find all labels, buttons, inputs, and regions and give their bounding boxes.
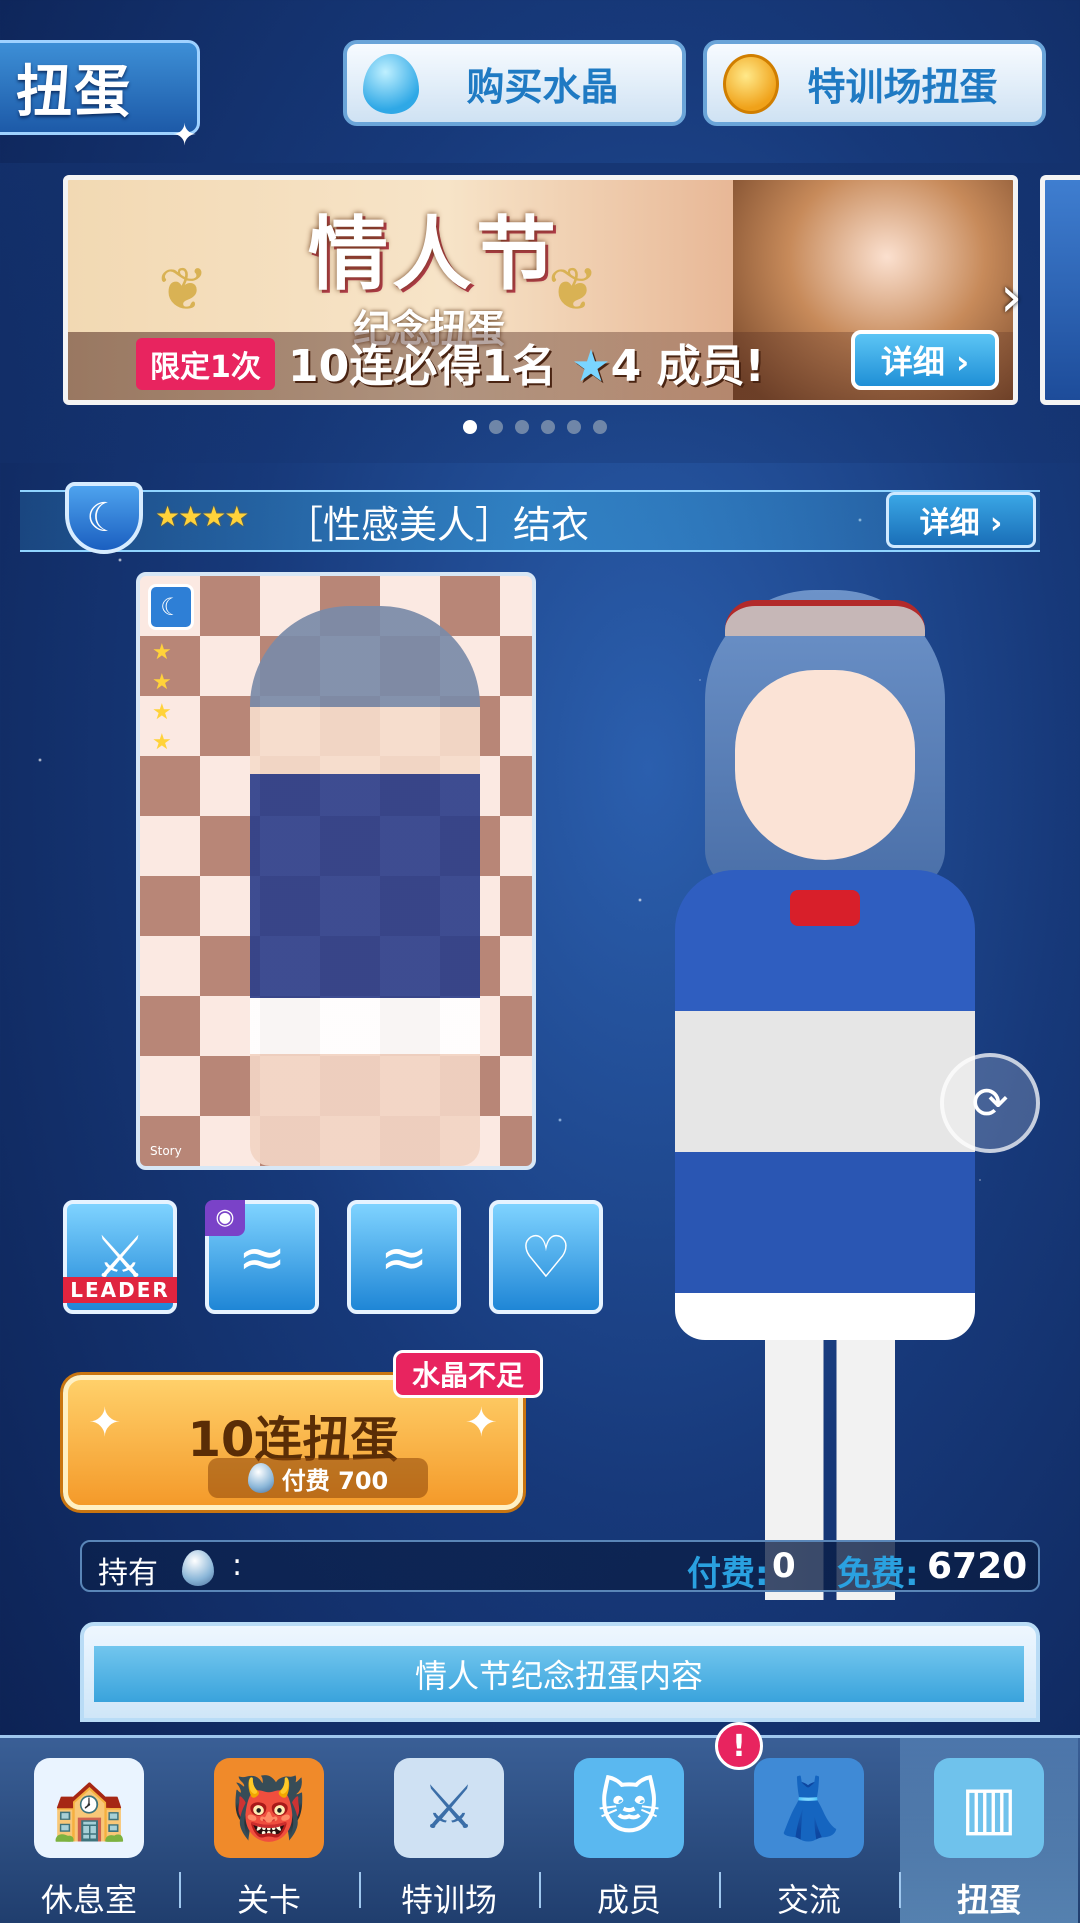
card-illustration[interactable]: ☾ ★ ★ ★ ★ Story	[136, 572, 536, 1170]
card-name: ［性感美人］结衣	[285, 503, 590, 547]
nav-label: 成员	[596, 1881, 661, 1919]
monster-icon: 👹	[214, 1758, 324, 1858]
promo-star-count: 4	[610, 341, 642, 392]
pagination-dot[interactable]	[541, 420, 555, 434]
page-title-text: 扭蛋	[16, 60, 132, 125]
card-type-moon-icon: ☾	[148, 584, 194, 630]
nav-label: 扭蛋	[956, 1881, 1021, 1919]
pagination-dot[interactable]	[489, 420, 503, 434]
character-body	[675, 870, 975, 1340]
nav-item-stage[interactable]: 👹 关卡	[180, 1738, 358, 1923]
chevron-right-icon[interactable]: ›	[1000, 265, 1022, 330]
insufficient-crystal-badge: 水晶不足	[393, 1350, 543, 1398]
curtain-icon: ▥	[934, 1758, 1044, 1858]
banner-promo-text: 10连必得1名 ★4 成员!	[288, 330, 765, 394]
page-title: 扭蛋	[0, 40, 200, 135]
crossed-swords-icon: ⚔	[394, 1758, 504, 1858]
gacha-contents-button[interactable]: 情人节纪念扭蛋内容	[94, 1646, 1024, 1702]
pagination-dot[interactable]	[567, 420, 581, 434]
pagination-dot[interactable]	[515, 420, 529, 434]
nav-label: 交流	[776, 1881, 841, 1919]
nav-divider	[719, 1872, 721, 1908]
nav-divider	[899, 1872, 901, 1908]
nav-label: 特训场	[400, 1881, 497, 1919]
nav-item-gacha[interactable]: ▥ 扭蛋	[900, 1738, 1078, 1923]
star-icon: ★	[571, 341, 611, 392]
banner-detail-button[interactable]: 详细 ›	[851, 330, 999, 390]
next-banner-preview[interactable]	[1040, 175, 1080, 405]
heart-hands-icon[interactable]: ♡	[489, 1200, 603, 1314]
promo-suffix: 成员!	[656, 341, 765, 392]
own-label: 持有	[98, 1556, 158, 1591]
training-gacha-label: 特训场扭蛋	[807, 64, 998, 109]
banner-pagination	[463, 420, 607, 434]
dress-icon: 👗	[754, 1758, 864, 1858]
pagination-dot[interactable]	[463, 420, 477, 434]
sparkle-icon: ✦	[172, 118, 198, 153]
eye-icon: ◉	[205, 1200, 245, 1236]
card-detail-button[interactable]: 详细 ›	[886, 492, 1036, 548]
character-bow	[790, 890, 860, 926]
laurel-left-icon: ❦	[158, 255, 209, 325]
card-rarity-stars: ★ ★ ★ ★	[152, 640, 172, 755]
notification-badge: !	[715, 1722, 763, 1770]
crystal-icon	[182, 1550, 214, 1586]
crystal-drop-icon	[363, 54, 419, 114]
gacha-cost-label: 付费 700	[281, 1466, 389, 1495]
school-icon: 🏫	[34, 1758, 144, 1858]
rarity-stars: ★★★★	[155, 500, 249, 533]
free-label: 免费:	[837, 1554, 919, 1594]
character-face	[735, 670, 915, 860]
rotate-lock-icon[interactable]: ⟳	[940, 1053, 1040, 1153]
character-headband	[725, 600, 925, 636]
nav-divider	[179, 1872, 181, 1908]
wave-icon[interactable]: ≈	[347, 1200, 461, 1314]
pagination-dot[interactable]	[593, 420, 607, 434]
nav-item-lounge[interactable]: 🏫 休息室	[0, 1738, 178, 1923]
buy-crystal-label: 购买水晶	[466, 64, 619, 109]
own-colon: :	[232, 1548, 243, 1583]
paid-value: 0	[772, 1546, 796, 1586]
gold-coin-icon	[723, 54, 779, 114]
nav-divider	[359, 1872, 361, 1908]
card-character-figure	[250, 606, 480, 1166]
gacha-contents-panel[interactable]: 情人节纪念扭蛋内容	[80, 1622, 1040, 1722]
leader-tag: LEADER	[63, 1277, 177, 1303]
nav-label: 关卡	[236, 1881, 301, 1919]
training-gacha-button[interactable]: 特训场扭蛋	[703, 40, 1046, 126]
nav-divider	[539, 1872, 541, 1908]
paid-label: 付费:	[687, 1554, 769, 1594]
cat-mascot-icon: 🐱	[574, 1758, 684, 1858]
limited-badge: 限定1次	[136, 338, 275, 390]
gacha-cost: 付费 700	[208, 1458, 428, 1498]
story-label: Story	[150, 1144, 182, 1158]
event-banner[interactable]: ❦ ❦ 情人节 纪念扭蛋 限定1次 10连必得1名 ★4 成员! 详细 ›	[63, 175, 1018, 405]
nav-label: 休息室	[40, 1881, 137, 1919]
crystal-icon	[247, 1463, 274, 1493]
banner-title: 情人节	[308, 208, 560, 301]
nav-item-training[interactable]: ⚔ 特训场	[360, 1738, 538, 1923]
free-value: 6720	[927, 1546, 1028, 1587]
buy-crystal-button[interactable]: 购买水晶	[343, 40, 686, 126]
crystal-balance-bar: 持有 : 付费: 0 免费: 6720	[80, 1540, 1040, 1594]
promo-prefix: 10连必得1名	[288, 341, 556, 392]
nav-item-members[interactable]: 🐱 成员	[540, 1738, 718, 1923]
